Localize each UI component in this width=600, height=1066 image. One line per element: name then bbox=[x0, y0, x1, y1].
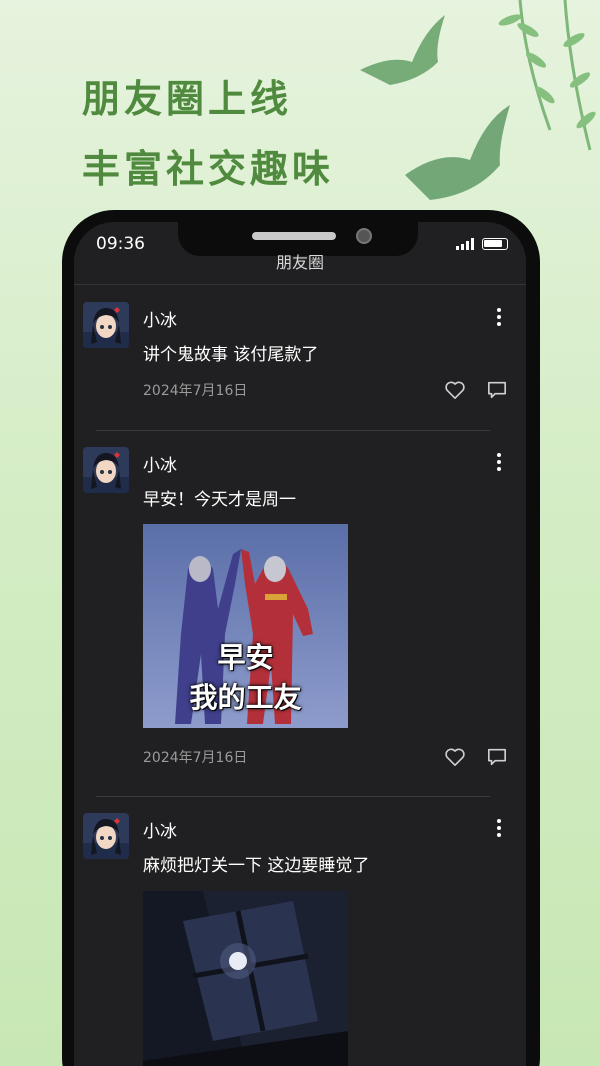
post-username[interactable]: 小冰 bbox=[143, 306, 177, 331]
header-divider bbox=[74, 284, 526, 285]
post-text: 麻烦把灯关一下 这边要睡觉了 bbox=[143, 856, 370, 876]
image-caption-line: 早安 bbox=[217, 641, 274, 674]
speaker-grille bbox=[252, 232, 336, 240]
post-username[interactable]: 小冰 bbox=[143, 451, 177, 476]
more-options-icon[interactable] bbox=[494, 453, 504, 471]
front-camera bbox=[356, 228, 372, 244]
avatar[interactable] bbox=[83, 813, 129, 859]
post-divider bbox=[96, 796, 490, 797]
comment-icon[interactable] bbox=[486, 747, 508, 767]
post-text: 早安！今天才是周一 bbox=[143, 490, 296, 510]
page-title: 朋友圈 bbox=[275, 253, 324, 272]
avatar[interactable] bbox=[83, 447, 129, 493]
more-options-icon[interactable] bbox=[494, 308, 504, 326]
more-options-icon[interactable] bbox=[494, 819, 504, 837]
post-image[interactable]: 早安 我的工友 bbox=[143, 524, 348, 728]
avatar[interactable] bbox=[83, 302, 129, 348]
post-text: 讲个鬼故事 该付尾款了 bbox=[143, 345, 319, 365]
comment-icon[interactable] bbox=[486, 380, 508, 400]
promo-headline-primary: 朋友圈上线 bbox=[82, 77, 293, 121]
promo-headline-secondary: 丰富社交趣味 bbox=[82, 147, 335, 191]
post-date: 2024年7月16日 bbox=[143, 750, 248, 766]
swallow-illustration bbox=[360, 0, 596, 200]
post-divider bbox=[96, 430, 490, 431]
phone-screen: 09:36 朋友圈 小冰 讲个鬼故事 该付尾款了 2024年7月16日 小冰 早… bbox=[74, 222, 526, 1066]
post-username[interactable]: 小冰 bbox=[143, 817, 177, 842]
heart-icon[interactable] bbox=[444, 380, 466, 400]
image-caption-line: 我的工友 bbox=[189, 681, 302, 714]
post-image[interactable] bbox=[143, 891, 348, 1066]
heart-icon[interactable] bbox=[444, 747, 466, 767]
post-date: 2024年7月16日 bbox=[143, 383, 248, 399]
